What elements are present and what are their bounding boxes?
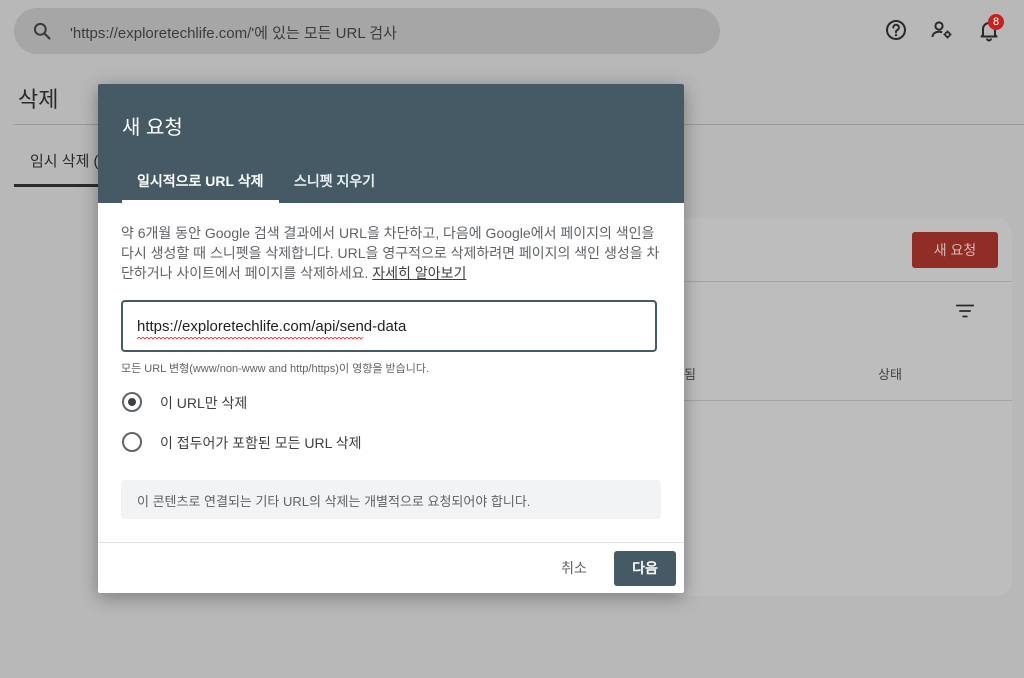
- filter-icon[interactable]: [954, 300, 976, 322]
- page-title: 삭제: [18, 87, 59, 112]
- next-button[interactable]: 다음: [614, 551, 676, 586]
- divider: [684, 281, 1012, 282]
- radio-prefix[interactable]: 이 접두어가 포함된 모든 URL 삭제: [122, 430, 422, 454]
- tab-underline: [14, 184, 100, 187]
- search-bar[interactable]: 'https://exploretechlife.com/'에 있는 모든 UR…: [14, 8, 720, 54]
- url-field[interactable]: [121, 300, 657, 352]
- url-input[interactable]: [137, 315, 637, 337]
- info-text: 이 콘텐츠로 연결되는 기타 URL의 삭제는 개별적으로 요청되어야 합니다.: [137, 494, 531, 509]
- tab-remove-url-temporarily[interactable]: 일시적으로 URL 삭제: [137, 171, 263, 191]
- search-icon: [33, 22, 51, 40]
- notification-badge: 8: [988, 14, 1004, 30]
- radio-label: 이 접두어가 포함된 모든 URL 삭제: [160, 435, 362, 451]
- active-tab-indicator: [122, 200, 279, 203]
- learn-more-link[interactable]: 자세히 알아보기: [372, 265, 466, 281]
- cancel-button[interactable]: 취소: [552, 551, 596, 585]
- new-request-dialog: 새 요청 일시적으로 URL 삭제 스니펫 지우기 약 6개월 동안 Googl…: [98, 84, 684, 593]
- dialog-description: 약 6개월 동안 Google 검색 결과에서 URL을 차단하고, 다음에 G…: [121, 223, 661, 283]
- tab-clear-snippet[interactable]: 스니펫 지우기: [294, 171, 375, 191]
- new-request-button[interactable]: 새 요청: [912, 232, 998, 268]
- manage-users-icon[interactable]: [930, 18, 954, 42]
- info-notice: 이 콘텐츠로 연결되는 기타 URL의 삭제는 개별적으로 요청되어야 합니다.: [121, 480, 661, 519]
- search-input-text[interactable]: 'https://exploretechlife.com/'에 있는 모든 UR…: [70, 22, 397, 43]
- divider: [98, 542, 684, 543]
- help-icon[interactable]: [884, 18, 908, 42]
- tab-temporary-removals[interactable]: 임시 삭제 (: [30, 150, 99, 171]
- spellcheck-underline: [137, 337, 363, 340]
- dialog-header: 새 요청 일시적으로 URL 삭제 스니펫 지우기: [98, 84, 684, 203]
- divider: [684, 400, 1012, 401]
- top-bar: 'https://exploretechlife.com/'에 있는 모든 UR…: [0, 0, 1024, 64]
- radio-url-only[interactable]: 이 URL만 삭제: [122, 390, 322, 414]
- url-helper-text: 모든 URL 변형(www/non-www and http/https)이 영…: [121, 363, 430, 375]
- dialog-title: 새 요청: [122, 117, 183, 139]
- radio-button-selected[interactable]: [122, 392, 142, 412]
- radio-label: 이 URL만 삭제: [160, 395, 248, 411]
- column-header-requested[interactable]: 됨: [684, 364, 696, 383]
- column-header-status[interactable]: 상태: [878, 364, 902, 383]
- radio-dot: [128, 398, 136, 406]
- radio-button[interactable]: [122, 432, 142, 452]
